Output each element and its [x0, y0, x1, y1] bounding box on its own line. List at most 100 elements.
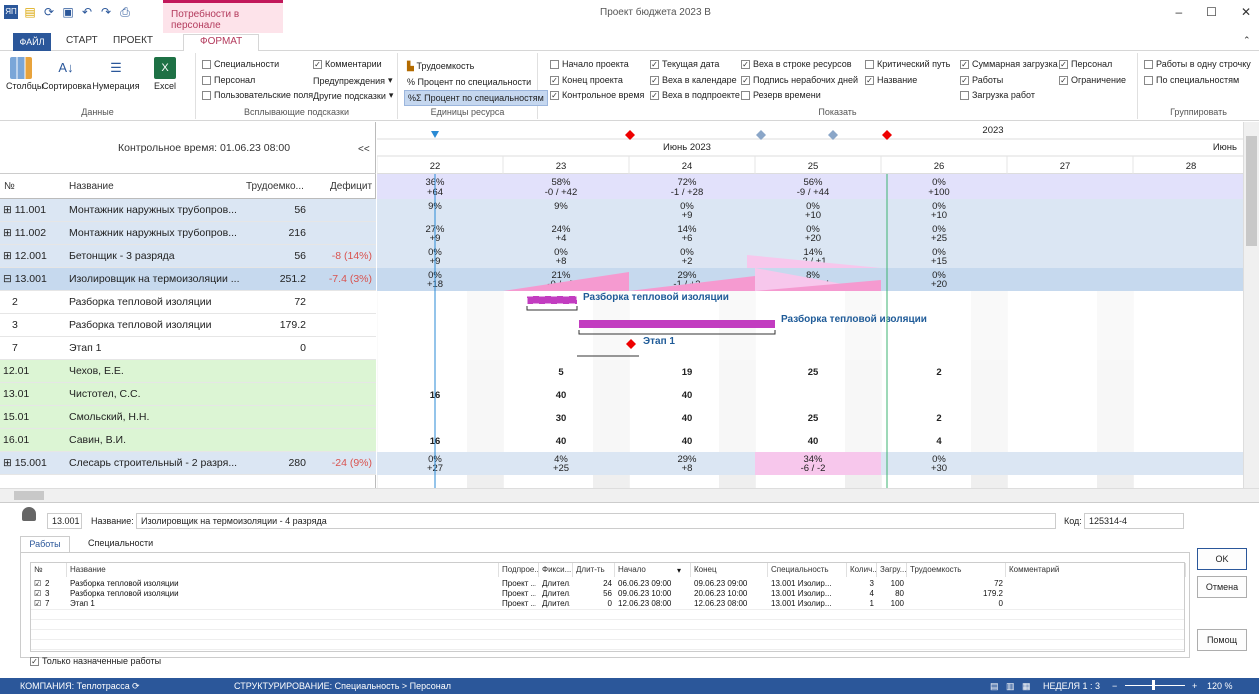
help-button[interactable]: Помощ — [1197, 629, 1247, 651]
table-row[interactable]: 3 Разборка тепловой изоляции 179.2 — [0, 314, 376, 337]
close-button[interactable]: ✕ — [1241, 5, 1251, 19]
open-icon[interactable]: ▤ — [23, 5, 37, 19]
table-row[interactable]: 2 Разборка тепловой изоляции 72 — [0, 291, 376, 314]
table-row[interactable]: ⊞ 11.001 Монтажник наружных трубопров... 5… — [0, 199, 376, 222]
column-header[interactable]: Специальность — [768, 563, 847, 577]
view-icon[interactable]: ▥ — [1006, 681, 1015, 692]
column-header[interactable]: Колич... — [847, 563, 877, 577]
unit-pct-specialty-button[interactable]: % Процент по специальности — [404, 75, 534, 89]
table-row[interactable]: 12.01 Чехов, Е.Е. — [0, 360, 376, 383]
show-total-load-checkbox[interactable]: ✓ Суммарная загрузка — [960, 59, 1058, 69]
show-critical-path-checkbox[interactable]: Критический путь — [865, 59, 950, 69]
show-project-start-checkbox[interactable]: Начало проекта — [550, 59, 629, 69]
show-nonworking-label-checkbox[interactable]: ✓ Подпись нерабочих дней — [741, 75, 858, 85]
tab-specialties[interactable]: Специальности — [88, 538, 153, 548]
collapse-ribbon-icon[interactable]: ⌃ — [1243, 35, 1251, 46]
maximize-button[interactable]: ☐ — [1206, 5, 1217, 19]
other-tooltips-dropdown[interactable]: Другие подсказки ▾ — [313, 90, 393, 101]
vertical-scrollbar[interactable] — [1243, 122, 1259, 488]
column-header[interactable]: Загру... — [877, 563, 907, 577]
tooltip-personnel-checkbox[interactable]: Персонал — [202, 75, 255, 85]
show-name-checkbox[interactable]: ✓ Название — [865, 75, 917, 85]
row-checkbox[interactable]: ☑ — [34, 599, 41, 609]
col-work[interactable]: Трудоемко... — [246, 181, 304, 192]
tab-project[interactable]: ПРОЕКТ — [113, 35, 153, 46]
code-field[interactable]: 125314-4 — [1084, 513, 1184, 529]
undo-icon[interactable]: ↶ — [80, 5, 94, 19]
print-icon[interactable]: ⎙ — [118, 5, 132, 19]
show-current-date-checkbox[interactable]: ✓ Текущая дата — [650, 59, 719, 69]
refresh-icon[interactable]: ⟳ — [42, 5, 56, 19]
tooltip-comments-checkbox[interactable]: ✓ Комментарии — [313, 59, 382, 69]
column-header[interactable]: Комментарий — [1006, 563, 1186, 577]
task-bar[interactable] — [527, 296, 577, 304]
col-name[interactable]: Название — [69, 181, 114, 192]
minimize-button[interactable]: – — [1175, 5, 1182, 19]
warnings-dropdown[interactable]: Предупреждения ▾ — [313, 75, 393, 86]
show-work-load-checkbox[interactable]: Загрузка работ — [960, 90, 1035, 100]
tooltip-custom-fields-checkbox[interactable]: Пользовательские поля — [202, 90, 313, 100]
collapse-button[interactable]: << — [358, 144, 370, 155]
scroll-thumb[interactable] — [1246, 136, 1257, 246]
col-number[interactable]: № — [4, 181, 15, 192]
column-header[interactable]: Трудоемкость — [907, 563, 1006, 577]
sync-icon[interactable]: ⟳ — [132, 681, 140, 692]
view-icon[interactable]: ▤ — [990, 681, 999, 692]
column-header[interactable]: Конец — [691, 563, 768, 577]
show-control-time-checkbox[interactable]: ✓ Контрольное время — [550, 90, 644, 100]
show-milestone-calendar-checkbox[interactable]: ✓ Веха в календаре — [650, 75, 737, 85]
columns-button[interactable]: Столбцы — [6, 57, 43, 91]
table-row[interactable]: ⊞ 12.001 Бетонщик - 3 разряда 56 -8 (14%) — [0, 245, 376, 268]
tab-file[interactable]: ФАЙЛ — [13, 33, 51, 51]
table-row[interactable]: 7 Этап 1 0 — [0, 337, 376, 360]
row-number: ⊞ 12.001 — [3, 250, 47, 262]
horizontal-scrollbar[interactable] — [0, 488, 1259, 502]
table-row[interactable]: ⊞ 15.001 Слесарь строительный - 2 разря..… — [0, 452, 376, 475]
row-checkbox[interactable]: ☑ — [34, 589, 41, 599]
show-milestone-subproject-checkbox[interactable]: ✓ Веха в подпроекте — [650, 90, 740, 100]
code-num-field[interactable]: 13.001 — [47, 513, 82, 529]
column-header[interactable]: Подпрое... — [499, 563, 539, 577]
show-personnel-checkbox[interactable]: ✓ Персонал — [1059, 59, 1112, 69]
show-limit-checkbox[interactable]: ✓ Ограничение — [1059, 75, 1126, 85]
redo-icon[interactable]: ↷ — [99, 5, 113, 19]
excel-button[interactable]: X Excel — [148, 57, 182, 91]
zoom-in-button[interactable]: + — [1192, 681, 1197, 691]
save-icon[interactable]: ▣ — [61, 5, 75, 19]
tab-start[interactable]: СТАРТ — [66, 35, 98, 46]
table-row[interactable]: 16.01 Савин, В.И. — [0, 429, 376, 452]
tooltip-specialties-checkbox[interactable]: Специальности — [202, 59, 279, 69]
scroll-thumb[interactable] — [14, 491, 44, 500]
row-checkbox[interactable]: ☑ — [34, 579, 41, 589]
column-header[interactable]: № — [31, 563, 67, 577]
numbering-button[interactable]: ☰ Нумерация — [90, 57, 142, 91]
column-header[interactable]: Фикси... — [539, 563, 573, 577]
ok-button[interactable]: OK — [1197, 548, 1247, 570]
table-row[interactable]: ⊟ 13.001 Изолировщик на термоизоляции ...… — [0, 268, 376, 291]
cancel-button[interactable]: Отмена — [1197, 576, 1247, 598]
tab-works[interactable]: Работы — [20, 536, 70, 553]
only-assigned-checkbox[interactable]: ✓ Только назначенные работы — [30, 656, 161, 666]
table-row[interactable]: ⊞ 11.002 Монтажник наружных трубопров... 2… — [0, 222, 376, 245]
zoom-slider[interactable] — [1125, 685, 1185, 686]
show-milestone-resource-row-checkbox[interactable]: ✓ Веха в строке ресурсов — [741, 59, 851, 69]
table-row[interactable]: 15.01 Смольский, Н.Н. — [0, 406, 376, 429]
show-slack-checkbox[interactable]: Резерв времени — [741, 90, 821, 100]
sort-button[interactable]: A↓ Сортировка — [42, 57, 91, 91]
tab-format[interactable]: ФОРМАТ — [183, 34, 260, 52]
task-bar[interactable] — [579, 320, 775, 328]
col-deficit[interactable]: Дефицит — [330, 181, 372, 192]
zoom-out-button[interactable]: − — [1112, 681, 1117, 691]
unit-labor-button[interactable]: ▙ Трудоемкость — [404, 59, 477, 74]
group-one-line-checkbox[interactable]: Работы в одну строчку — [1144, 59, 1251, 69]
zoom-thumb[interactable] — [1152, 680, 1155, 690]
show-works-checkbox[interactable]: ✓ Работы — [960, 75, 1003, 85]
table-row[interactable]: 13.01 Чистотел, С.С. — [0, 383, 376, 406]
show-project-end-checkbox[interactable]: ✓ Конец проекта — [550, 75, 623, 85]
group-by-specialty-checkbox[interactable]: По специальностям — [1144, 75, 1239, 85]
column-header[interactable]: Длит-ть — [573, 563, 615, 577]
view-icon[interactable]: ▦ — [1022, 681, 1031, 692]
unit-pct-specialties-button[interactable]: %Σ Процент по специальностям — [404, 90, 548, 106]
name-field[interactable]: Изолировщик на термоизоляции - 4 разряда — [136, 513, 1056, 529]
column-header[interactable]: Название — [67, 563, 499, 577]
